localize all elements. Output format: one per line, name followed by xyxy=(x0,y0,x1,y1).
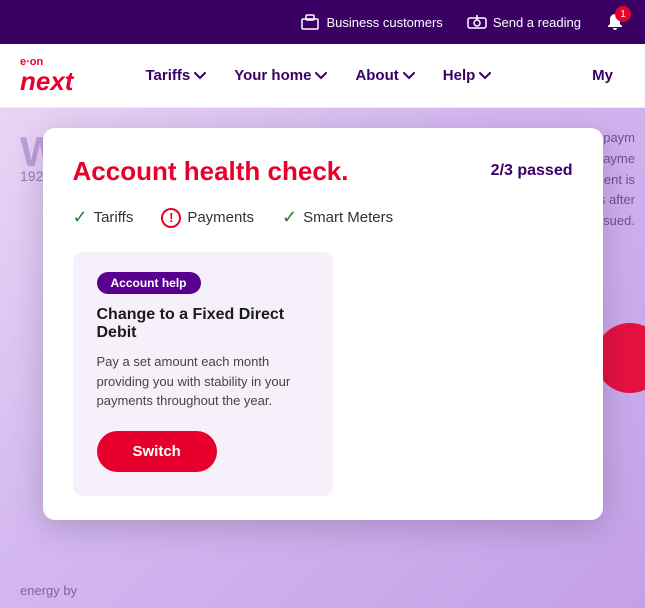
business-customers-label: Business customers xyxy=(326,15,442,30)
notification-badge: 1 xyxy=(615,6,631,22)
check-label-payments: Payments xyxy=(187,209,254,226)
check-item-smart-meters: ✓ Smart Meters xyxy=(282,207,393,228)
business-icon xyxy=(300,12,320,32)
check-label-tariffs: Tariffs xyxy=(94,209,134,226)
nav-your-home[interactable]: Your home xyxy=(222,59,339,92)
account-help-badge: Account help xyxy=(97,272,201,294)
about-label: About xyxy=(355,67,398,84)
nav-tariffs[interactable]: Tariffs xyxy=(133,59,218,92)
logo-next-text: next xyxy=(20,68,73,94)
switch-button[interactable]: Switch xyxy=(97,431,217,472)
tariffs-label: Tariffs xyxy=(145,67,190,84)
account-health-modal: Account health check. 2/3 passed ✓ Tarif… xyxy=(43,128,603,520)
modal-overlay: Account health check. 2/3 passed ✓ Tarif… xyxy=(0,108,645,608)
nav-help[interactable]: Help xyxy=(431,59,504,92)
notification-bell[interactable]: 1 xyxy=(605,12,625,32)
top-bar: Business customers Send a reading 1 xyxy=(0,0,645,44)
info-card: Account help Change to a Fixed Direct De… xyxy=(73,252,333,496)
check-icon-tariffs: ✓ xyxy=(73,207,88,228)
my-label: My xyxy=(592,67,613,84)
nav-my[interactable]: My xyxy=(580,59,625,92)
your-home-label: Your home xyxy=(234,67,311,84)
info-card-body: Pay a set amount each month providing yo… xyxy=(97,352,309,411)
modal-header: Account health check. 2/3 passed xyxy=(73,156,573,187)
main-nav: e·on next Tariffs Your home About Help xyxy=(0,44,645,108)
checklist: ✓ Tariffs ! Payments ✓ Smart Meters xyxy=(73,207,573,228)
chevron-down-icon xyxy=(403,72,415,80)
business-customers-link[interactable]: Business customers xyxy=(300,12,442,32)
nav-items: Tariffs Your home About Help My xyxy=(133,59,625,92)
nav-about[interactable]: About xyxy=(343,59,426,92)
passed-badge: 2/3 passed xyxy=(491,162,573,180)
modal-title: Account health check. xyxy=(73,156,349,187)
check-item-payments: ! Payments xyxy=(161,208,254,228)
check-label-smart-meters: Smart Meters xyxy=(303,209,393,226)
meter-icon xyxy=(467,12,487,32)
info-card-title: Change to a Fixed Direct Debit xyxy=(97,306,309,342)
chevron-down-icon xyxy=(194,72,206,80)
check-icon-smart-meters: ✓ xyxy=(282,207,297,228)
page-background: We 192 G t paym payme ment is s after is… xyxy=(0,108,645,608)
warning-icon-payments: ! xyxy=(161,208,181,228)
chevron-down-icon xyxy=(479,72,491,80)
help-label: Help xyxy=(443,67,476,84)
check-item-tariffs: ✓ Tariffs xyxy=(73,207,134,228)
chevron-down-icon xyxy=(315,72,327,80)
logo[interactable]: e·on next xyxy=(20,57,73,94)
send-reading-link[interactable]: Send a reading xyxy=(467,12,581,32)
send-reading-label: Send a reading xyxy=(493,15,581,30)
